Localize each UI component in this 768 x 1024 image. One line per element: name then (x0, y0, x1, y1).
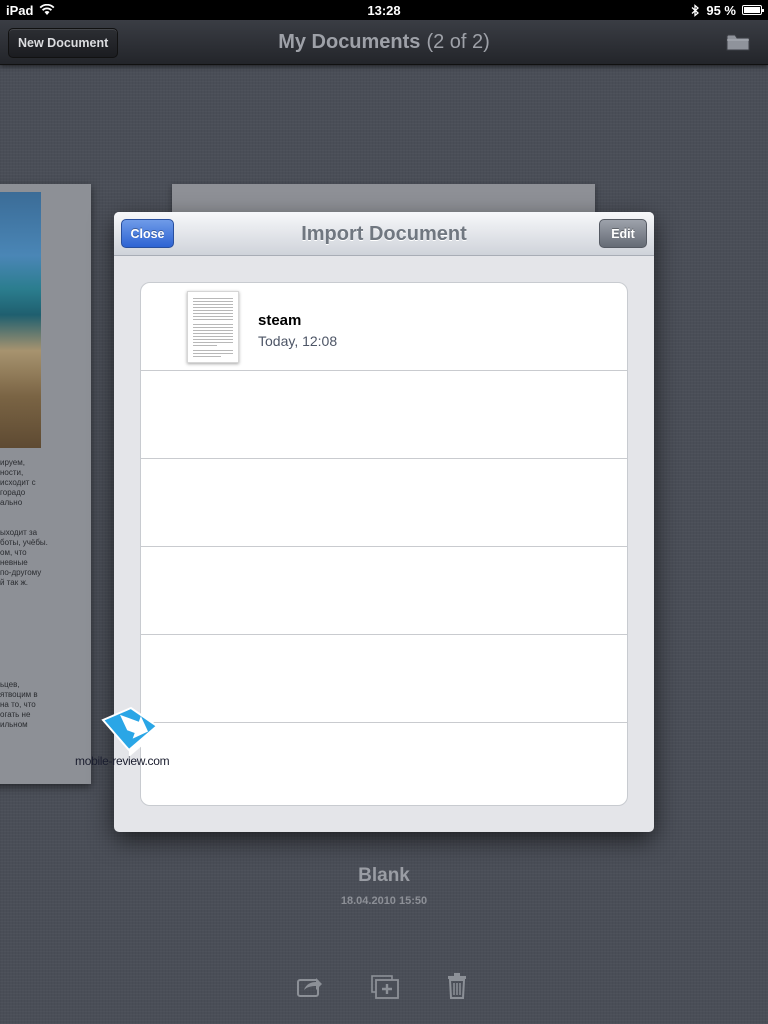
document-text-line: ом, что (0, 548, 27, 557)
import-document-popover: Import Document Close Edit steam Today, … (114, 212, 654, 832)
empty-row (141, 371, 627, 459)
document-text-line: й так ж. (0, 578, 29, 587)
empty-row (141, 635, 627, 723)
battery-percent: 95 % (706, 2, 736, 18)
close-button[interactable]: Close (121, 219, 174, 248)
current-document-name: Blank (358, 865, 410, 886)
bluetooth-icon (691, 3, 700, 17)
trash-icon[interactable] (446, 972, 468, 1000)
document-text-line: по-другому (0, 568, 42, 577)
document-list: steam Today, 12:08 (140, 282, 628, 806)
edit-button[interactable]: Edit (599, 219, 647, 248)
share-icon[interactable] (296, 972, 324, 1000)
document-text-line: ируем, (0, 458, 25, 467)
watermark-text: mobile-review.com (75, 754, 170, 768)
document-name: steam (258, 312, 302, 329)
current-document-preview[interactable] (172, 184, 595, 214)
document-text-line: ильном (0, 720, 28, 729)
popover-title: Import Document (301, 222, 467, 245)
add-document-icon[interactable] (370, 972, 400, 1000)
document-text-line: ыходит за (0, 528, 38, 537)
page-title: My Documents (2 of 2) (0, 20, 768, 65)
document-text-line: исходит с (0, 478, 36, 487)
document-date: Today, 12:08 (258, 333, 338, 349)
document-text-line: невные (0, 558, 28, 567)
document-text-line: боты, учёбы. (0, 538, 48, 547)
page-title-text: My Documents (278, 31, 421, 53)
document-text-line: горадо (0, 488, 26, 497)
document-thumbnail (187, 291, 239, 363)
document-text-line: ности, (0, 468, 24, 477)
folder-icon[interactable] (726, 32, 750, 52)
watermark-logo-icon (101, 706, 159, 756)
document-photo (0, 192, 41, 448)
empty-row (141, 547, 627, 635)
current-document-date: 18.04.2010 15:50 (340, 895, 428, 907)
empty-row (141, 723, 627, 805)
popover-header: Import Document Close Edit (114, 212, 654, 256)
nav-bar: New Document My Documents (2 of 2) (0, 20, 768, 65)
battery-icon (742, 5, 764, 15)
document-text-line: на то, что (0, 700, 36, 709)
status-right: 95 % (691, 2, 764, 18)
clock: 13:28 (367, 2, 401, 18)
status-bar: iPad 13:28 95 % (0, 0, 768, 20)
document-count: (2 of 2) (426, 31, 490, 53)
list-item[interactable]: steam Today, 12:08 (141, 283, 627, 371)
document-text-line: ятвоцим в (0, 690, 38, 699)
status-left: iPad (6, 3, 55, 18)
empty-row (141, 459, 627, 547)
wifi-icon (40, 4, 55, 15)
previous-document-preview[interactable]: ируем, ности, исходит с горадо ально ыходит з… (0, 184, 91, 784)
device-name: iPad (6, 2, 34, 18)
watermark: mobile-review.com (75, 706, 185, 772)
document-text-line: огать не (0, 710, 31, 719)
document-text-line: ьцев, (0, 680, 20, 689)
document-text-line: ально (0, 498, 23, 507)
